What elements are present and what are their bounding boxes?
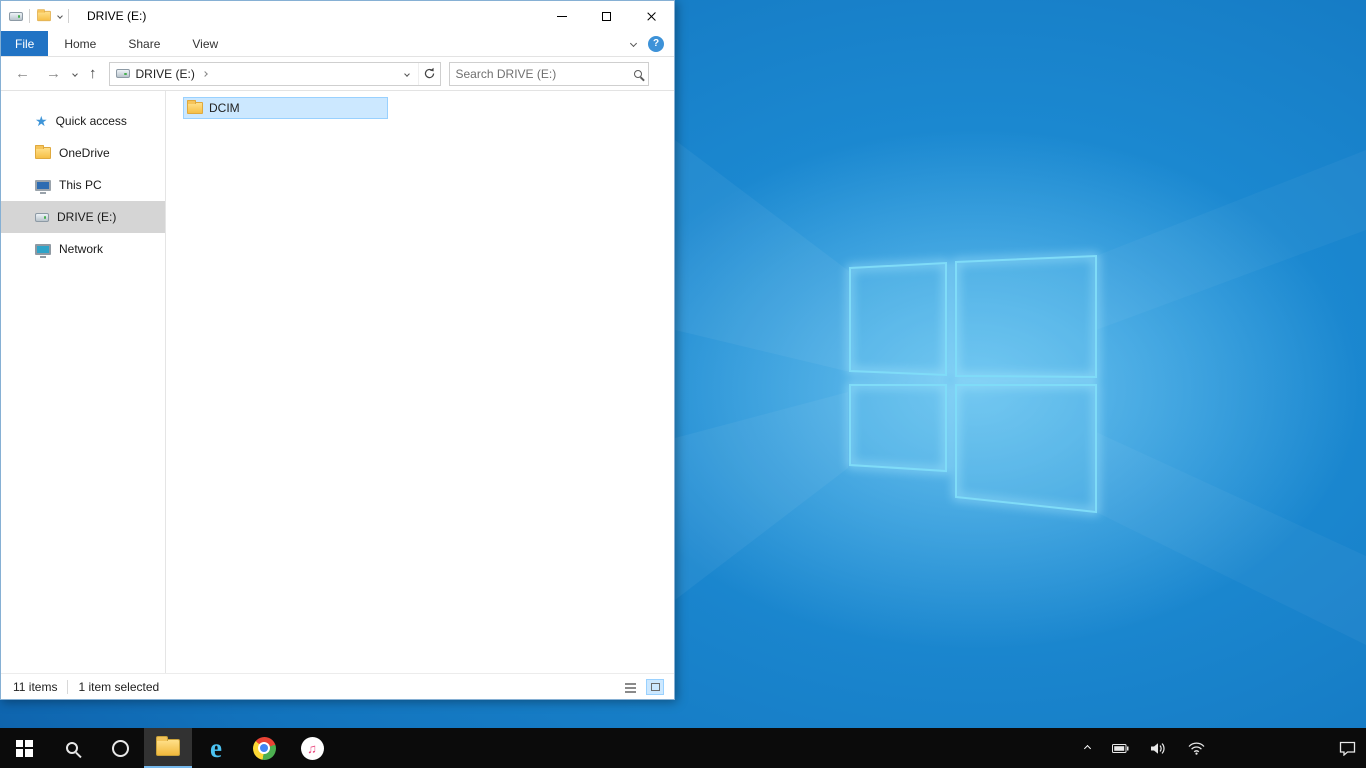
refresh-icon: [424, 67, 434, 79]
system-tray: [1081, 728, 1366, 768]
quick-access-toolbar: [1, 9, 69, 23]
action-center-icon: [1339, 741, 1356, 756]
action-center-button[interactable]: [1335, 737, 1366, 760]
wifi-icon: [1188, 742, 1205, 755]
tab-home[interactable]: Home: [48, 31, 112, 56]
title-bar[interactable]: DRIVE (E:): [1, 1, 674, 31]
separator: [29, 9, 30, 23]
forward-button[interactable]: →: [42, 64, 65, 83]
tab-view[interactable]: View: [176, 31, 234, 56]
close-button[interactable]: [629, 1, 674, 31]
windows-logo-icon: [15, 739, 33, 757]
drive-icon: [9, 11, 23, 21]
taskbar: e ♫: [0, 728, 1366, 768]
tab-share[interactable]: Share: [112, 31, 176, 56]
sidebar-item-onedrive[interactable]: OneDrive: [1, 137, 165, 169]
pc-icon: [35, 179, 51, 194]
volume-icon: [1151, 742, 1165, 754]
search-input[interactable]: [455, 66, 634, 81]
large-icons-view-button[interactable]: [646, 678, 664, 695]
address-dropdown-button[interactable]: [396, 63, 418, 85]
close-icon: [646, 11, 657, 22]
window-content: ★ Quick access OneDrive This PC DRIVE (E…: [1, 91, 674, 673]
minimize-icon: [556, 15, 567, 17]
taskbar-file-explorer-button[interactable]: [144, 728, 192, 768]
help-icon[interactable]: ?: [648, 35, 664, 52]
minimize-button[interactable]: [539, 1, 584, 31]
battery-icon: [1112, 743, 1129, 753]
selection-count: 1 item selected: [78, 679, 160, 694]
customize-toolbar-chevron-icon[interactable]: [57, 13, 63, 19]
file-name: DCIM: [209, 101, 240, 115]
itunes-icon: ♫: [300, 736, 324, 760]
start-button[interactable]: [0, 728, 48, 768]
sidebar-item-quick-access[interactable]: ★ Quick access: [1, 105, 165, 137]
expand-ribbon-chevron-icon[interactable]: [629, 39, 638, 48]
taskbar-chrome-button[interactable]: [240, 728, 288, 768]
maximize-icon: [602, 11, 611, 21]
cortana-icon: [111, 739, 129, 757]
battery-status-button[interactable]: [1108, 739, 1133, 758]
file-item-dcim[interactable]: DCIM: [183, 97, 388, 119]
taskbar-search-button[interactable]: [48, 728, 96, 768]
navigation-bar: ← → ↑ DRIVE (E:): [1, 57, 674, 91]
separator: [67, 679, 69, 694]
search-icon[interactable]: [633, 69, 642, 78]
drive-icon: [115, 69, 130, 78]
up-button[interactable]: ↑: [85, 64, 101, 83]
folder-properties-icon[interactable]: [37, 9, 51, 22]
folder-icon: [187, 100, 203, 114]
separator: [68, 9, 69, 23]
show-hidden-icons-button[interactable]: [1081, 742, 1094, 755]
file-explorer-window: DRIVE (E:) File Home Share View ? ← → ↑ …: [0, 0, 675, 700]
window-title: DRIVE (E:): [87, 9, 147, 23]
large-icons-view-icon: [650, 682, 660, 691]
status-bar: 11 items 1 item selected: [1, 673, 674, 699]
recent-locations-chevron-icon[interactable]: [72, 70, 78, 77]
details-view-button[interactable]: [622, 680, 638, 694]
file-list[interactable]: DCIM: [166, 91, 674, 673]
chrome-icon: [252, 736, 276, 760]
taskbar-cortana-button[interactable]: [96, 728, 144, 768]
internet-explorer-icon: e: [210, 732, 222, 763]
item-count: 11 items: [13, 679, 58, 694]
window-controls: [539, 1, 674, 31]
network-button[interactable]: [1184, 738, 1209, 759]
sidebar-item-drive-e[interactable]: DRIVE (E:): [1, 201, 165, 233]
maximize-button[interactable]: [584, 1, 629, 31]
taskbar-internet-explorer-button[interactable]: e: [192, 728, 240, 768]
chevron-down-icon: [403, 70, 410, 77]
breadcrumb-chevron-icon[interactable]: [202, 70, 208, 77]
search-box[interactable]: [448, 61, 649, 86]
tab-file[interactable]: File: [1, 31, 49, 56]
star-icon: ★: [35, 113, 48, 129]
address-bar[interactable]: DRIVE (E:): [108, 61, 441, 86]
chevron-up-icon: [1083, 744, 1092, 752]
breadcrumb[interactable]: DRIVE (E:): [136, 67, 195, 81]
taskbar-itunes-button[interactable]: ♫: [288, 728, 336, 768]
navigation-pane: ★ Quick access OneDrive This PC DRIVE (E…: [1, 91, 166, 673]
search-icon: [66, 742, 78, 754]
sidebar-item-network[interactable]: Network: [1, 233, 165, 265]
refresh-button[interactable]: [417, 62, 440, 85]
ribbon-tab-bar: File Home Share View ?: [1, 31, 674, 57]
file-explorer-icon: [156, 735, 180, 756]
onedrive-folder-icon: [35, 145, 51, 159]
sidebar-item-this-pc[interactable]: This PC: [1, 169, 165, 201]
network-icon: [35, 243, 51, 258]
back-button[interactable]: ←: [11, 64, 34, 83]
volume-button[interactable]: [1147, 738, 1170, 759]
drive-icon: [35, 212, 49, 222]
